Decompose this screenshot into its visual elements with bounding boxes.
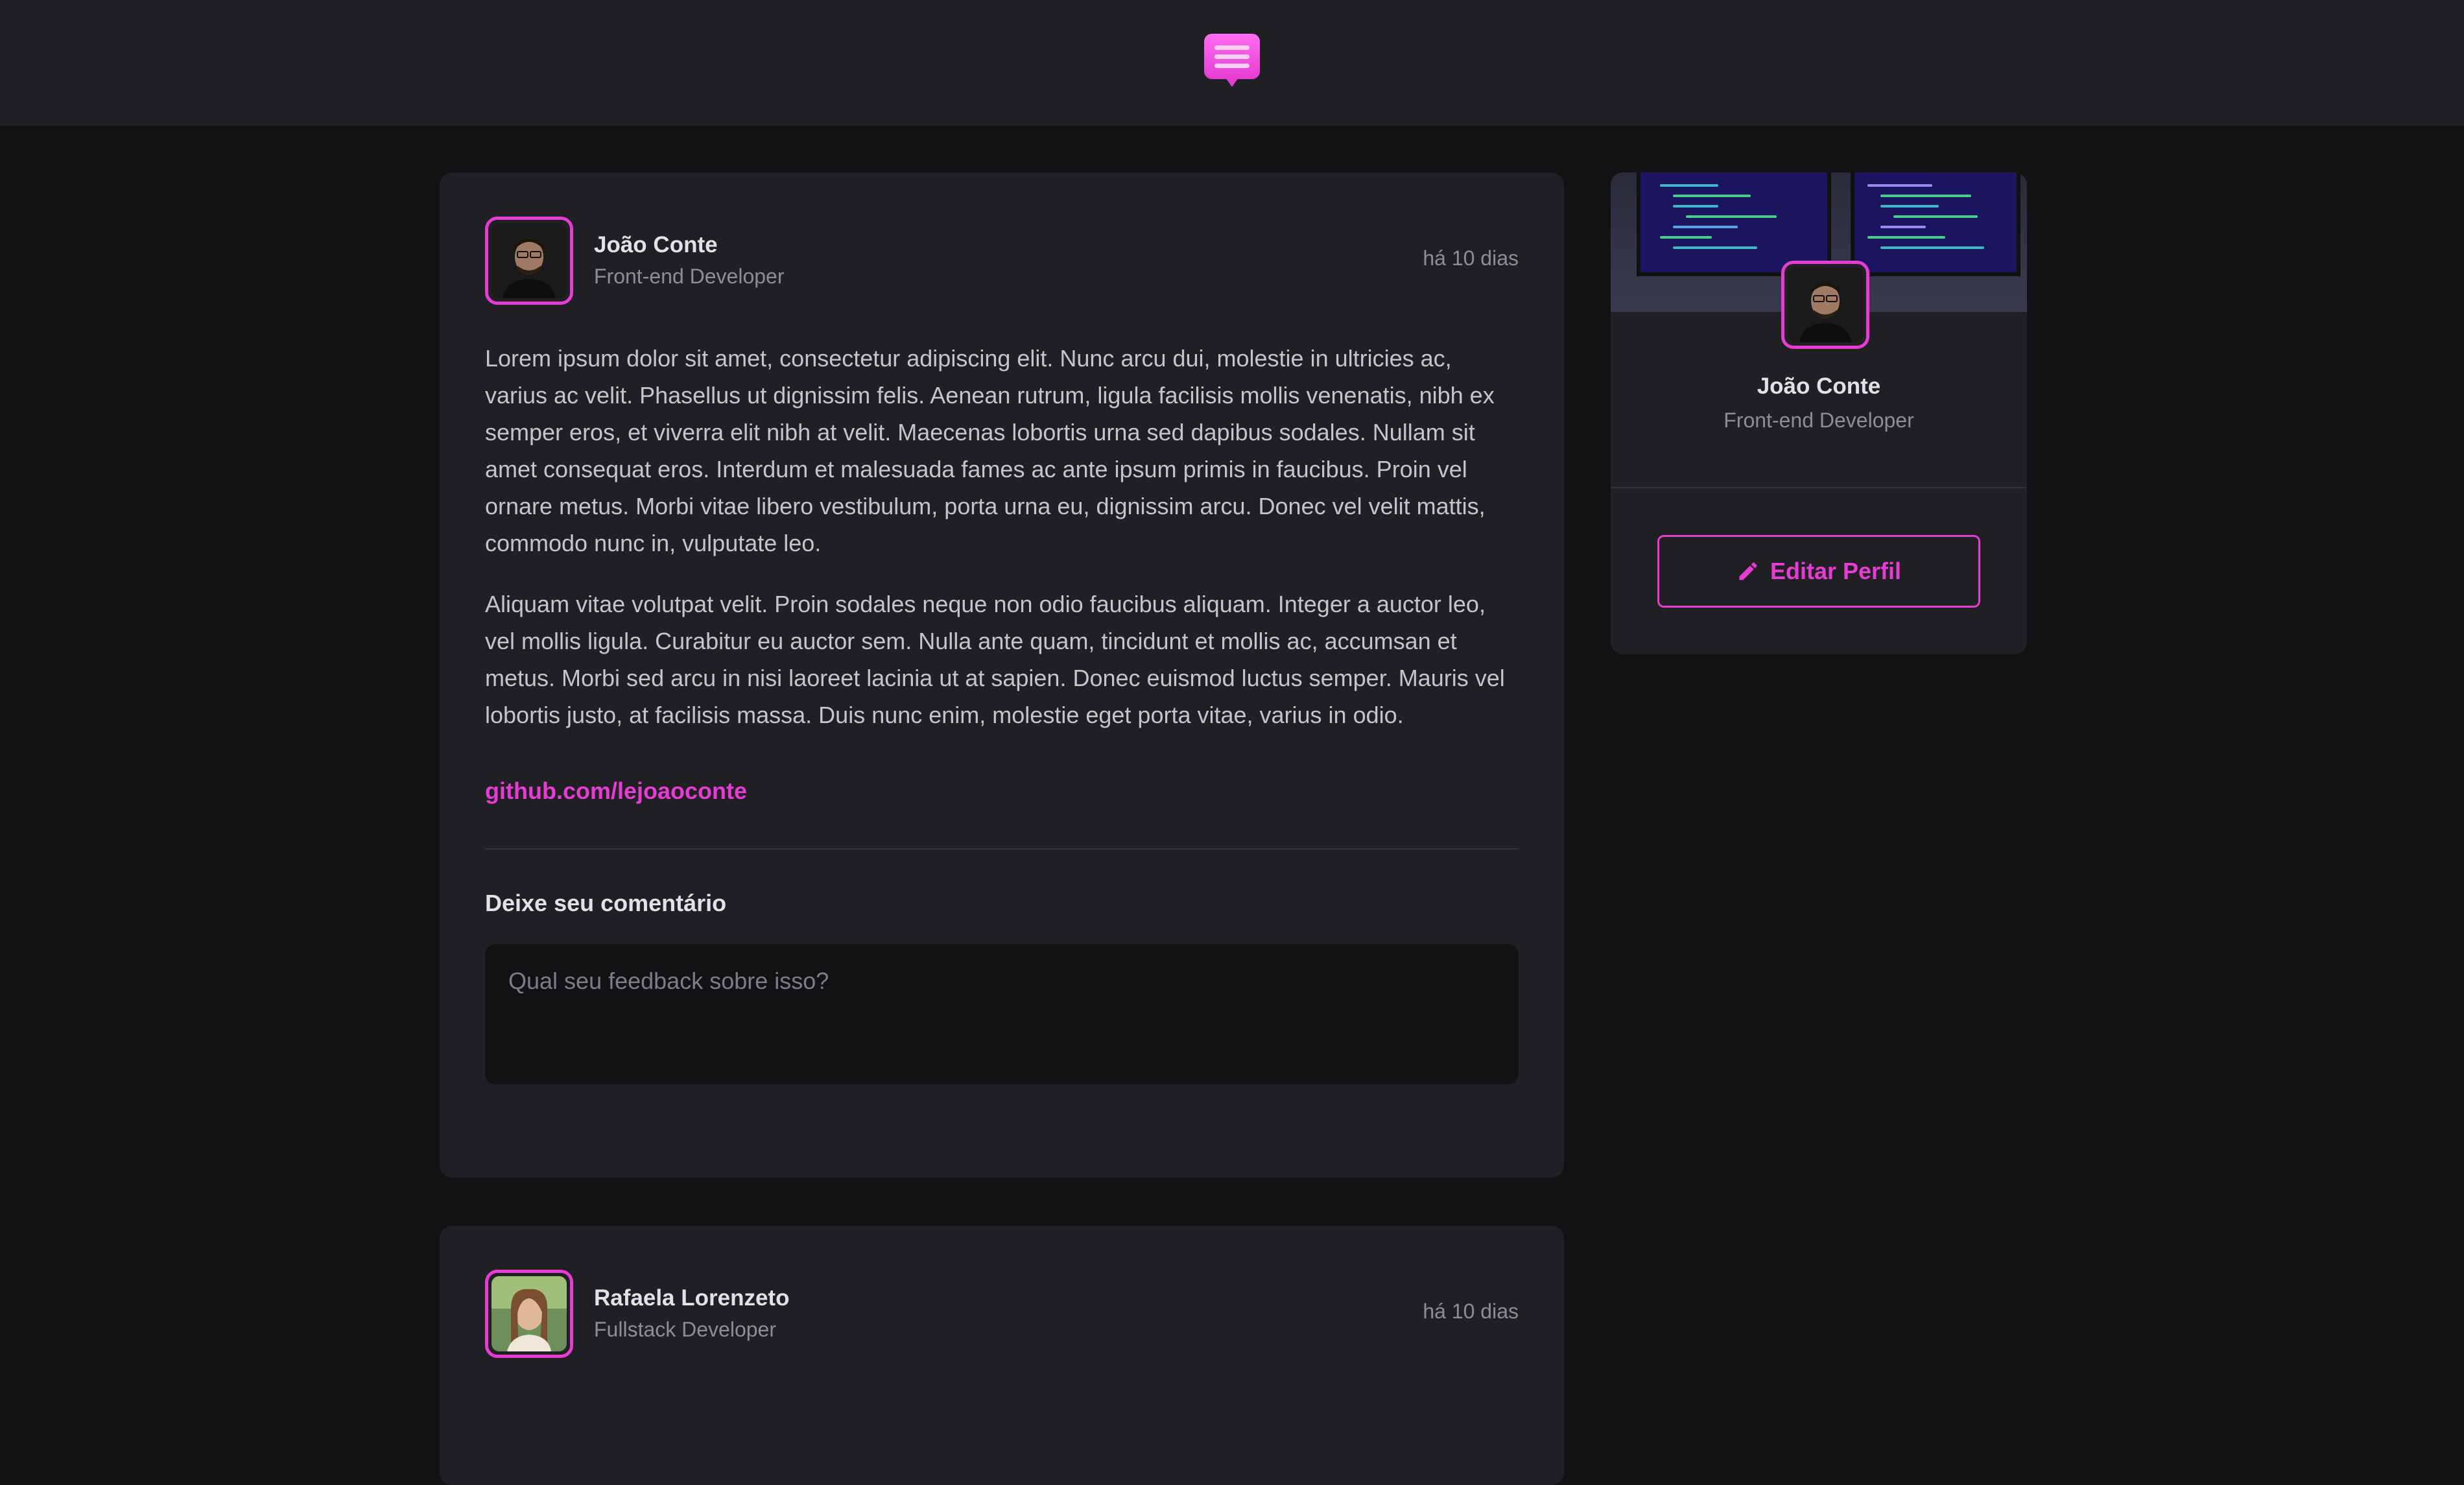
avatar-image xyxy=(492,1276,567,1351)
pencil-icon xyxy=(1739,562,1757,580)
divider xyxy=(485,848,1519,849)
author-info: Rafaela Lorenzeto Fullstack Developer xyxy=(594,1283,789,1345)
edit-profile-label: Editar Perfil xyxy=(1770,558,1902,584)
author-info: João Conte Front-end Developer xyxy=(594,230,784,292)
avatar[interactable] xyxy=(1781,261,1869,349)
comment-input[interactable] xyxy=(485,944,1519,1084)
post-card: Rafaela Lorenzeto Fullstack Developer há… xyxy=(440,1226,1564,1485)
profile-name: João Conte xyxy=(1757,374,1881,399)
post-paragraph: Lorem ipsum dolor sit amet, consectetur … xyxy=(485,345,1495,556)
divider xyxy=(1611,487,2027,488)
post-header: Rafaela Lorenzeto Fullstack Developer há… xyxy=(485,1270,1519,1358)
post-paragraph: Aliquam vitae volutpat velit. Proin soda… xyxy=(485,591,1505,728)
post-time: há 10 dias xyxy=(1423,246,1519,270)
author-role: Front-end Developer xyxy=(594,265,785,288)
author-name[interactable]: João Conte xyxy=(594,230,784,261)
comment-title: Deixe seu comentário xyxy=(485,890,727,916)
chat-bubble-icon xyxy=(1204,34,1260,87)
post-content: Lorem ipsum dolor sit amet, consectetur … xyxy=(485,340,1519,809)
post-card: João Conte Front-end Developer há 10 dia… xyxy=(440,172,1564,1178)
edit-profile-button[interactable]: Editar Perfil xyxy=(1657,535,1980,608)
profile-role: Front-end Developer xyxy=(1724,409,1914,432)
avatar-image xyxy=(1788,267,1863,342)
avatar[interactable] xyxy=(485,217,573,305)
author-name[interactable]: Rafaela Lorenzeto xyxy=(594,1283,789,1314)
post-link[interactable]: github.com/lejoaoconte xyxy=(485,772,747,809)
app-header xyxy=(0,0,2464,126)
post-header: João Conte Front-end Developer há 10 dia… xyxy=(485,217,1519,305)
profile-sidebar: João Conte Front-end Developer Editar Pe… xyxy=(1611,172,2027,654)
avatar[interactable] xyxy=(485,1270,573,1358)
post-time: há 10 dias xyxy=(1423,1300,1519,1323)
cover-monitor xyxy=(1851,172,2020,276)
avatar-image xyxy=(492,223,567,298)
author-role: Fullstack Developer xyxy=(594,1318,776,1341)
